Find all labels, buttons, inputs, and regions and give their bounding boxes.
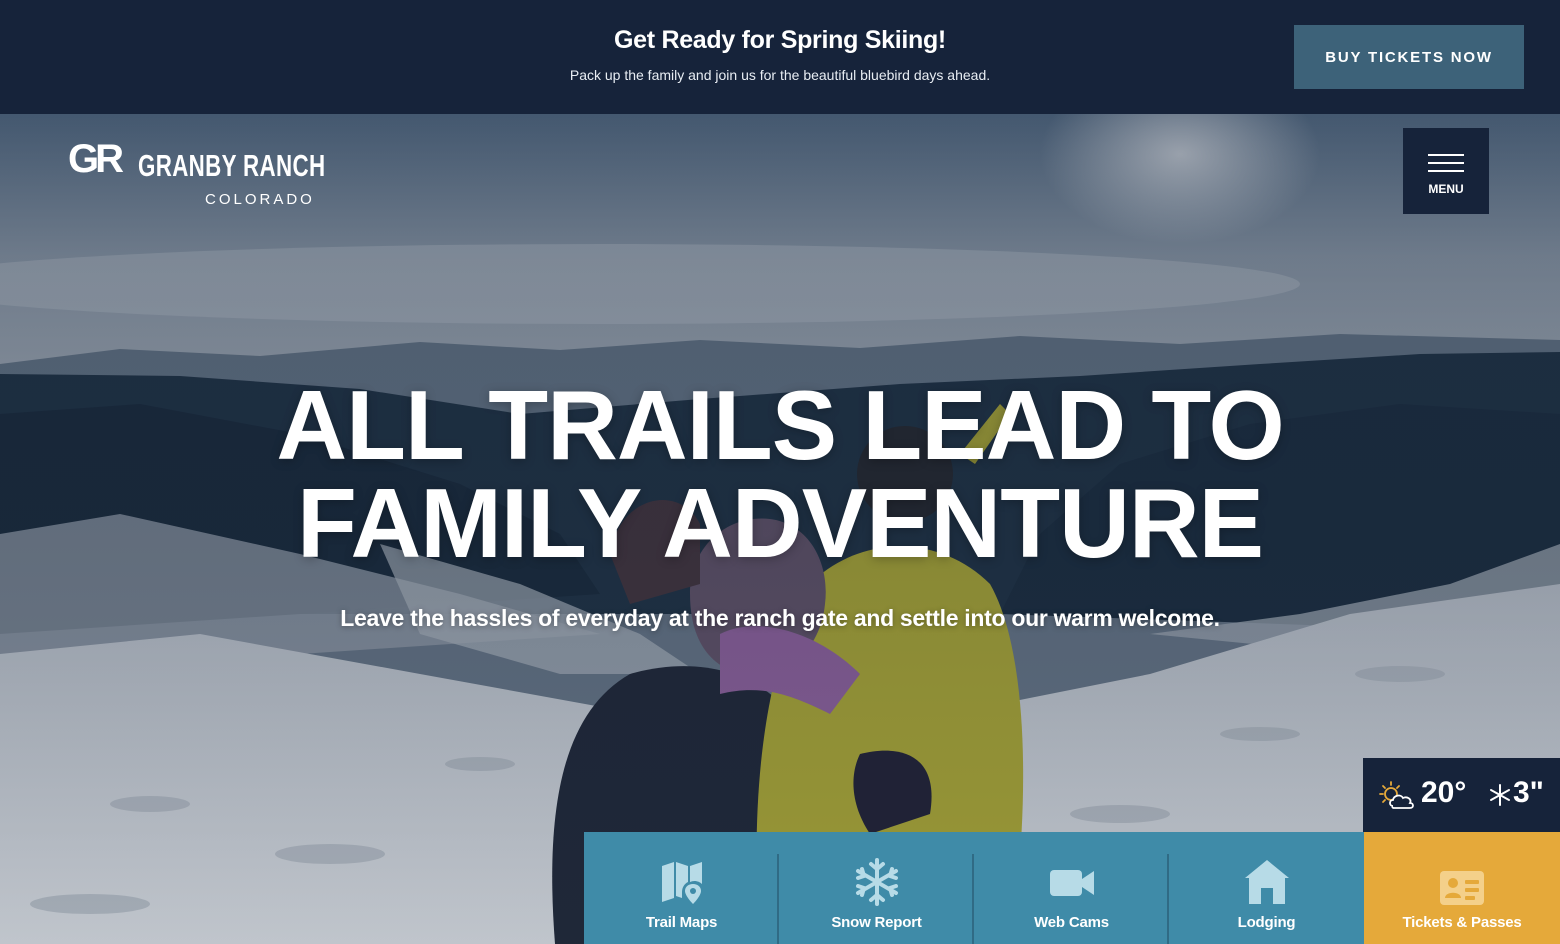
ticket-card-icon (1440, 871, 1484, 905)
snowfall-value: 3" (1513, 776, 1544, 809)
video-camera-icon (1049, 870, 1094, 896)
logo-region: COLORADO (205, 191, 315, 208)
hero-tagline: Leave the hassles of everyday at the ran… (340, 605, 1220, 631)
quick-link-label: Web Cams (1034, 914, 1109, 931)
site-logo[interactable]: GR GRANBY RANCH COLORADO (68, 136, 330, 212)
hero-headline-line2: FAMILY ADVENTURE (297, 468, 1264, 578)
snowflake-icon (855, 858, 898, 906)
hero-headline: ALL TRAILS LEAD TO FAMILY ADVENTURE (0, 376, 1560, 572)
snowflake-icon (1490, 784, 1510, 806)
buy-tickets-button[interactable]: BUY TICKETS NOW (1294, 25, 1524, 89)
quick-link-trail-maps[interactable]: Trail Maps (584, 832, 779, 944)
quick-link-label: Tickets & Passes (1402, 914, 1522, 931)
temperature-value: 20° (1421, 776, 1467, 809)
hero-section: GR GRANBY RANCH COLORADO MENU ALL TRAILS… (0, 114, 1560, 944)
promo-banner: Get Ready for Spring Skiing! Pack up the… (0, 0, 1560, 114)
hero-headline-line1: ALL TRAILS LEAD TO (276, 370, 1284, 480)
quick-link-lodging[interactable]: Lodging (1169, 832, 1364, 944)
quick-link-label: Lodging (1237, 914, 1296, 931)
logo-monogram: GR (68, 137, 124, 181)
quick-link-label: Snow Report (831, 914, 922, 931)
quick-link-label: Trail Maps (645, 914, 718, 931)
menu-label: MENU (1428, 182, 1464, 196)
quick-link-snow-report[interactable]: Snow Report (779, 832, 974, 944)
map-pin-icon (661, 862, 702, 904)
quick-link-tickets-passes[interactable]: Tickets & Passes (1364, 832, 1560, 944)
quick-link-web-cams[interactable]: Web Cams (974, 832, 1169, 944)
quick-links-bar: Trail Maps Snow Report Web Cams Lodging … (584, 832, 1560, 944)
house-icon (1244, 860, 1289, 904)
hamburger-icon (1428, 154, 1464, 156)
partly-sunny-icon (1379, 781, 1414, 809)
weather-widget[interactable]: 20° 3" (1363, 758, 1560, 832)
logo-name: GRANBY RANCH (138, 148, 326, 183)
menu-button[interactable]: MENU (1403, 128, 1489, 214)
